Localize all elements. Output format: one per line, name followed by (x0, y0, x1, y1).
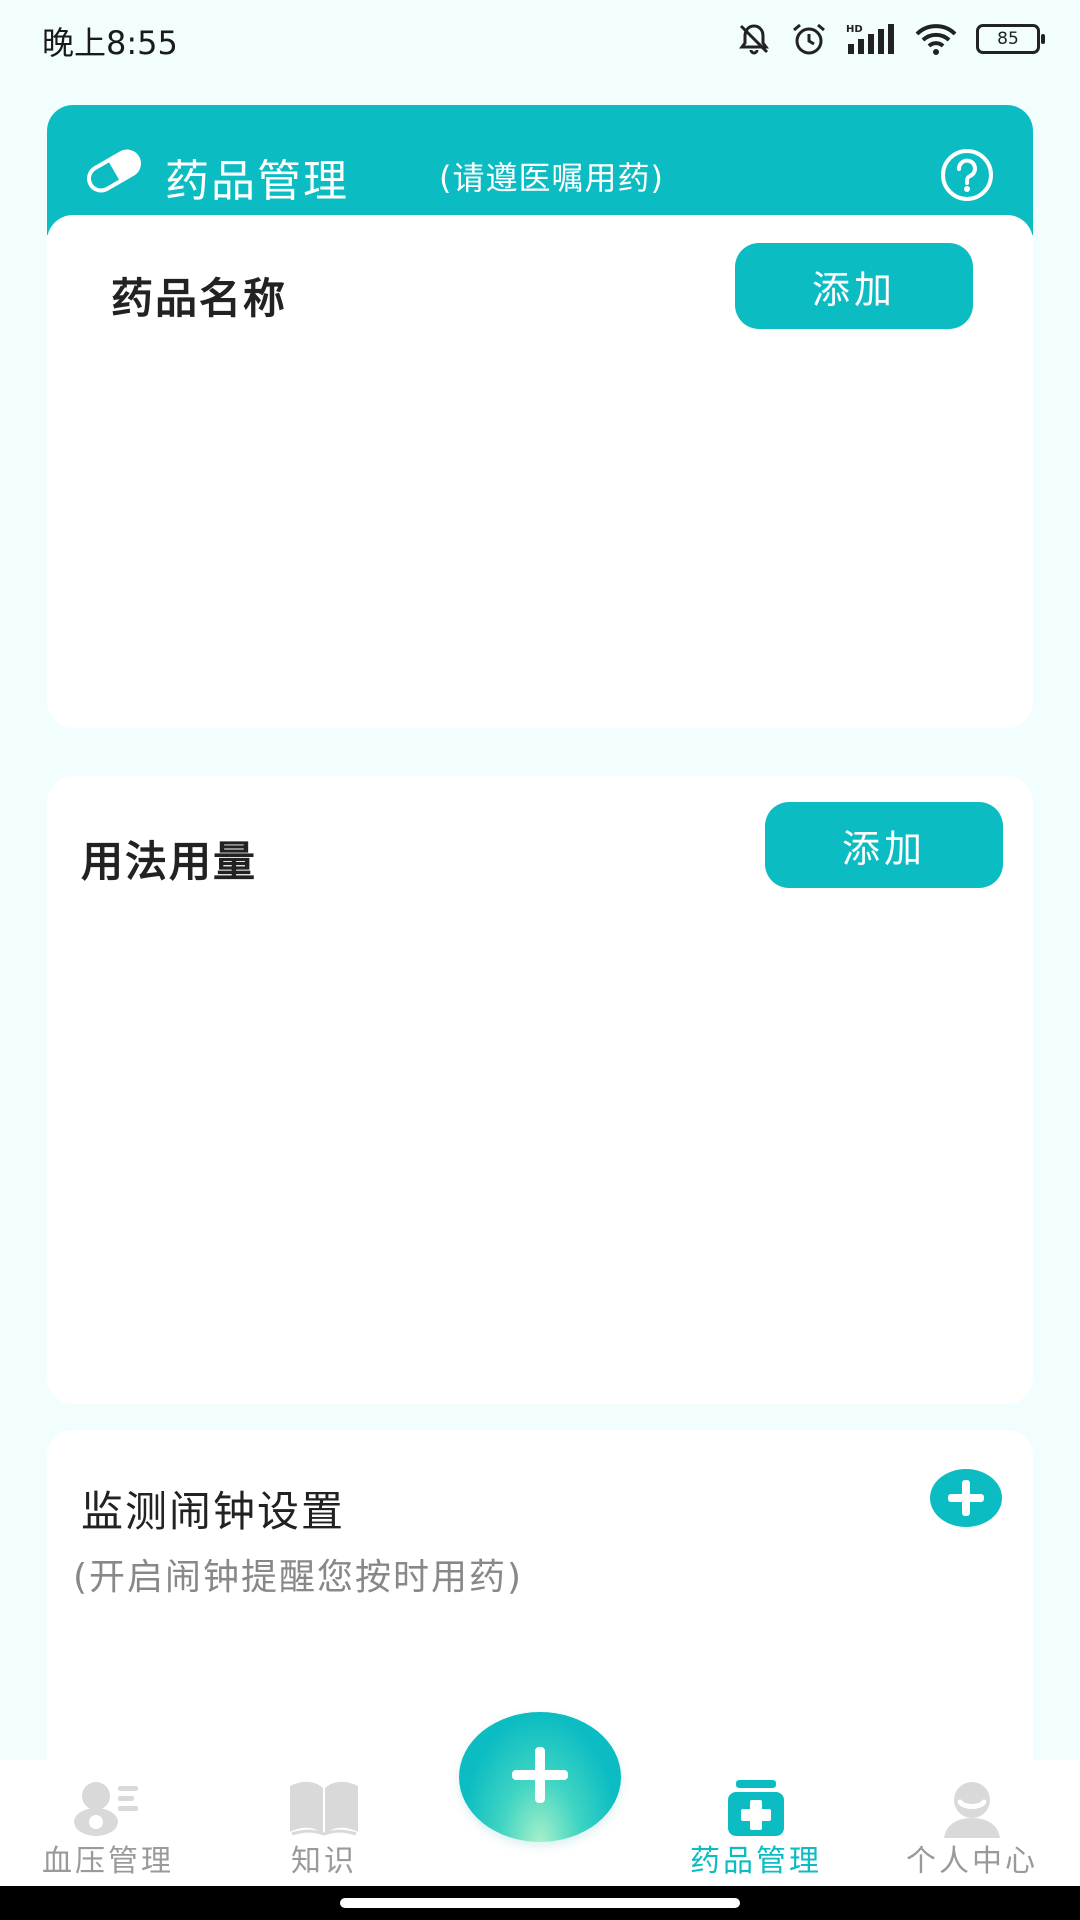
status-bar: 晚上8:55 HD 85 (0, 0, 1080, 78)
nav-label-medicine: 药品管理 (690, 1844, 822, 1879)
medicine-name-card: 药品名称 添加 (47, 215, 1033, 728)
alarm-settings-title: 监测闹钟设置 (81, 1487, 346, 1536)
blood-pressure-icon (70, 1778, 146, 1840)
profile-icon (934, 1778, 1010, 1842)
nav-label-blood-pressure: 血压管理 (42, 1844, 174, 1879)
header-title: 药品管理 (165, 156, 349, 207)
alarm-settings-card: 监测闹钟设置 (开启闹钟提醒您按时用药) (47, 1430, 1033, 1760)
nav-item-blood-pressure[interactable]: 血压管理 (8, 1760, 208, 1886)
signal-hd-label: HD (846, 24, 863, 35)
wifi-icon (914, 22, 958, 56)
nav-label-profile: 个人中心 (906, 1844, 1038, 1879)
cellular-signal-icon: HD (846, 22, 896, 56)
alarm-clock-icon (790, 21, 828, 57)
header-subtitle: (请遵医嘱用药) (439, 159, 664, 197)
home-indicator[interactable] (340, 1898, 740, 1908)
nav-item-knowledge[interactable]: 知识 (224, 1760, 424, 1886)
plus-icon (507, 1742, 573, 1812)
alarm-settings-subtitle: (开启闹钟提醒您按时用药) (73, 1557, 524, 1598)
dosage-card: 用法用量 添加 (47, 776, 1033, 1404)
system-navigation-bar (0, 1886, 1080, 1920)
plus-circle-icon[interactable] (929, 1468, 1003, 1532)
medicine-name-title: 药品名称 (111, 274, 288, 323)
pill-icon (83, 147, 145, 199)
add-dosage-button[interactable]: 添加 (765, 802, 1003, 888)
status-icons: HD 85 (736, 18, 1045, 60)
nav-label-knowledge: 知识 (291, 1844, 357, 1879)
center-add-button[interactable] (459, 1712, 621, 1842)
nav-item-medicine[interactable]: 药品管理 (656, 1760, 856, 1886)
book-icon (286, 1778, 362, 1840)
mute-bell-icon (736, 21, 772, 57)
medicine-kit-icon (718, 1778, 794, 1842)
dosage-title: 用法用量 (81, 837, 258, 886)
question-circle-icon[interactable] (939, 147, 995, 207)
nav-item-profile[interactable]: 个人中心 (872, 1760, 1072, 1886)
battery-icon: 85 (976, 24, 1045, 54)
status-time: 晚上8:55 (42, 24, 178, 62)
add-medicine-button[interactable]: 添加 (735, 243, 973, 329)
